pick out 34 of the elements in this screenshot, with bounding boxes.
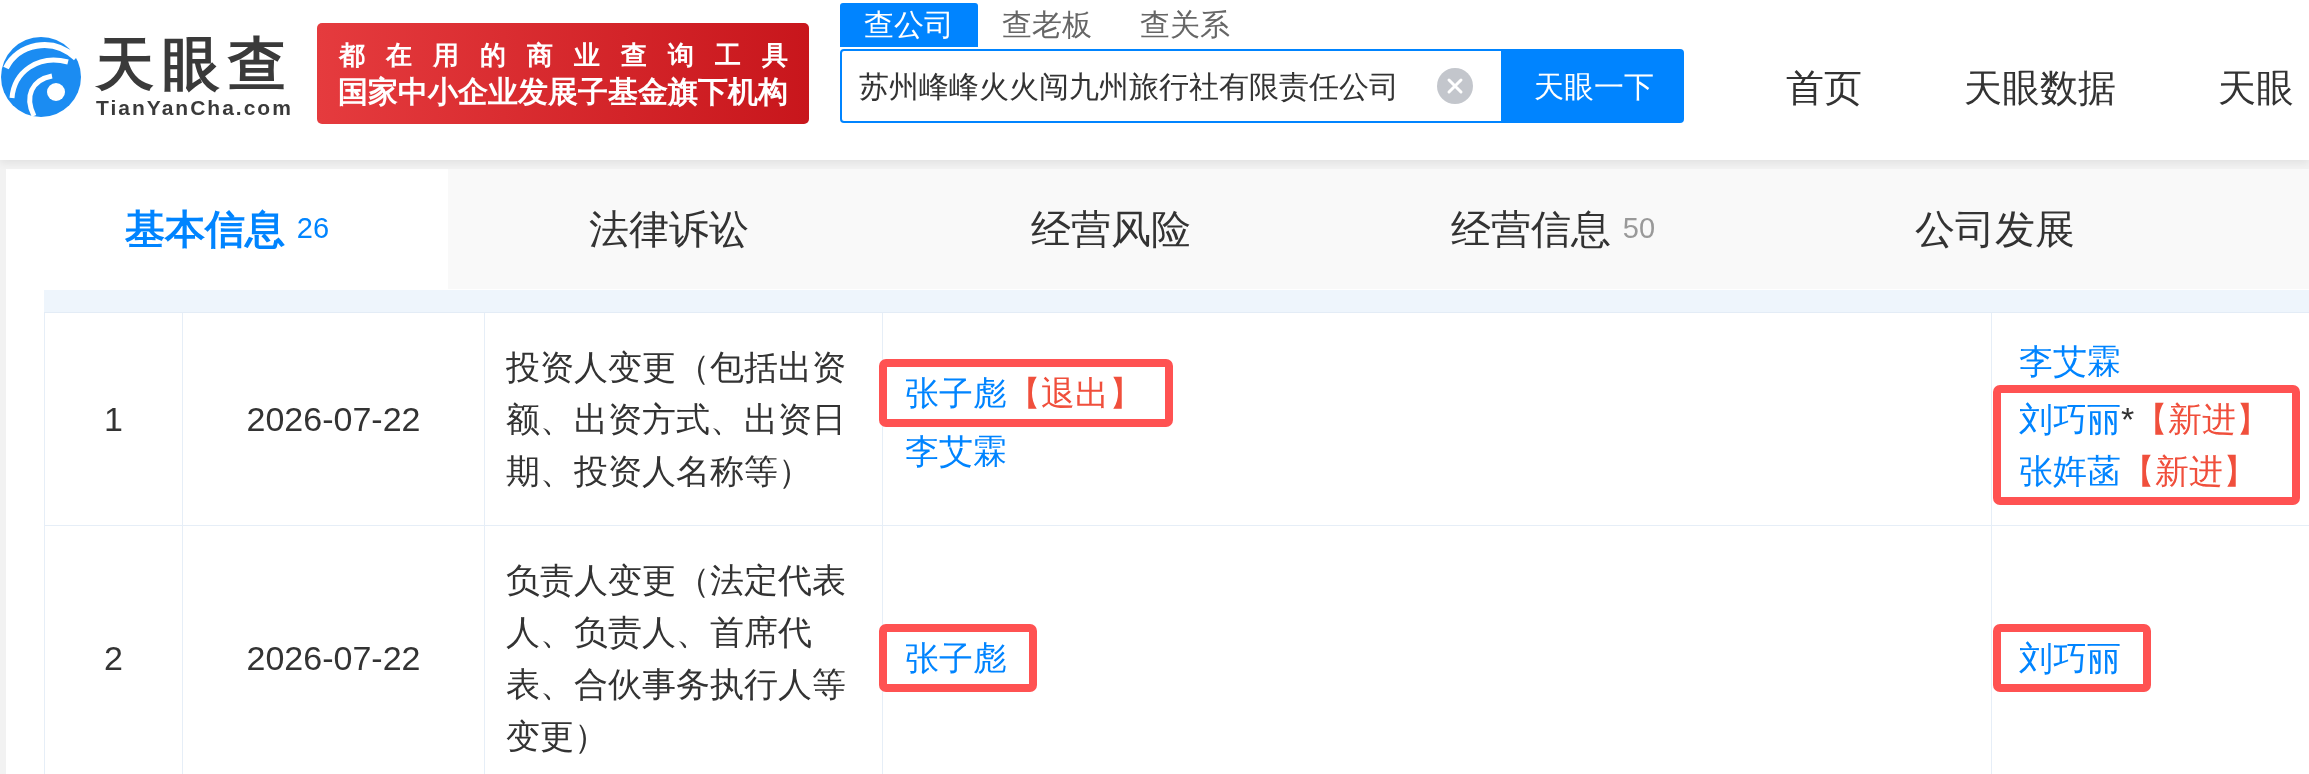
nav-link[interactable]: 天眼数据	[1964, 66, 2116, 110]
status-label: 【退出】	[1007, 374, 1143, 412]
section-tab[interactable]: 法律诉讼	[448, 169, 890, 289]
note-mark: *	[2121, 400, 2135, 438]
person-link[interactable]: 张姩菡	[2019, 452, 2121, 490]
status-label: 【新进】	[2134, 400, 2271, 438]
table-cell: 1	[44, 313, 183, 526]
table-cell: 2026-07-22	[183, 526, 485, 774]
table-cell: 2	[44, 526, 183, 774]
logo-text: 天眼查	[96, 34, 294, 94]
person-link[interactable]: 李艾霖	[2019, 342, 2121, 380]
banner-slogan: 都在用的商业查询工具	[338, 38, 809, 72]
banner-tagline: 国家中小企业发展子基金旗下机构	[338, 73, 788, 110]
section-tab[interactable]: 经营风险	[890, 169, 1332, 289]
search-tab[interactable]: 查老板	[978, 3, 1116, 47]
person-link[interactable]: 张子彪	[905, 639, 1007, 677]
person-link[interactable]: 刘巧丽	[2019, 400, 2121, 438]
nav-link[interactable]: 天眼	[2218, 66, 2294, 110]
nav-link[interactable]: 首页	[1786, 66, 1862, 110]
section-tab[interactable]: 公司发展	[1774, 169, 2216, 289]
search-tab[interactable]: 查关系	[1116, 3, 1254, 47]
person-link[interactable]: 刘巧丽	[2019, 639, 2121, 677]
table-cell: 投资人变更（包括出资额、出资方式、出资日期、投资人名称等）	[485, 313, 883, 526]
table-cell: 负责人变更（法定代表人、负责人、首席代表、合伙事务执行人等变更）	[485, 526, 883, 774]
section-tab[interactable]: 基本信息 26	[6, 169, 448, 289]
status-label: 【新进】	[2121, 452, 2257, 490]
logo-domain-text: TianYanCha.com	[96, 96, 293, 120]
person-link[interactable]: 李艾霖	[905, 432, 1007, 470]
search-tab[interactable]: 查公司	[840, 3, 978, 47]
person-link[interactable]: 张子彪	[905, 374, 1007, 412]
search-field[interactable]: 苏州峰峰火火闯九州旅行社有限责任公司	[840, 49, 1503, 123]
table-cell: 2026-07-22	[183, 313, 485, 526]
search-button[interactable]: 天眼一下	[1503, 49, 1684, 123]
section-tab[interactable]: 经营信息 50	[1332, 169, 1774, 289]
